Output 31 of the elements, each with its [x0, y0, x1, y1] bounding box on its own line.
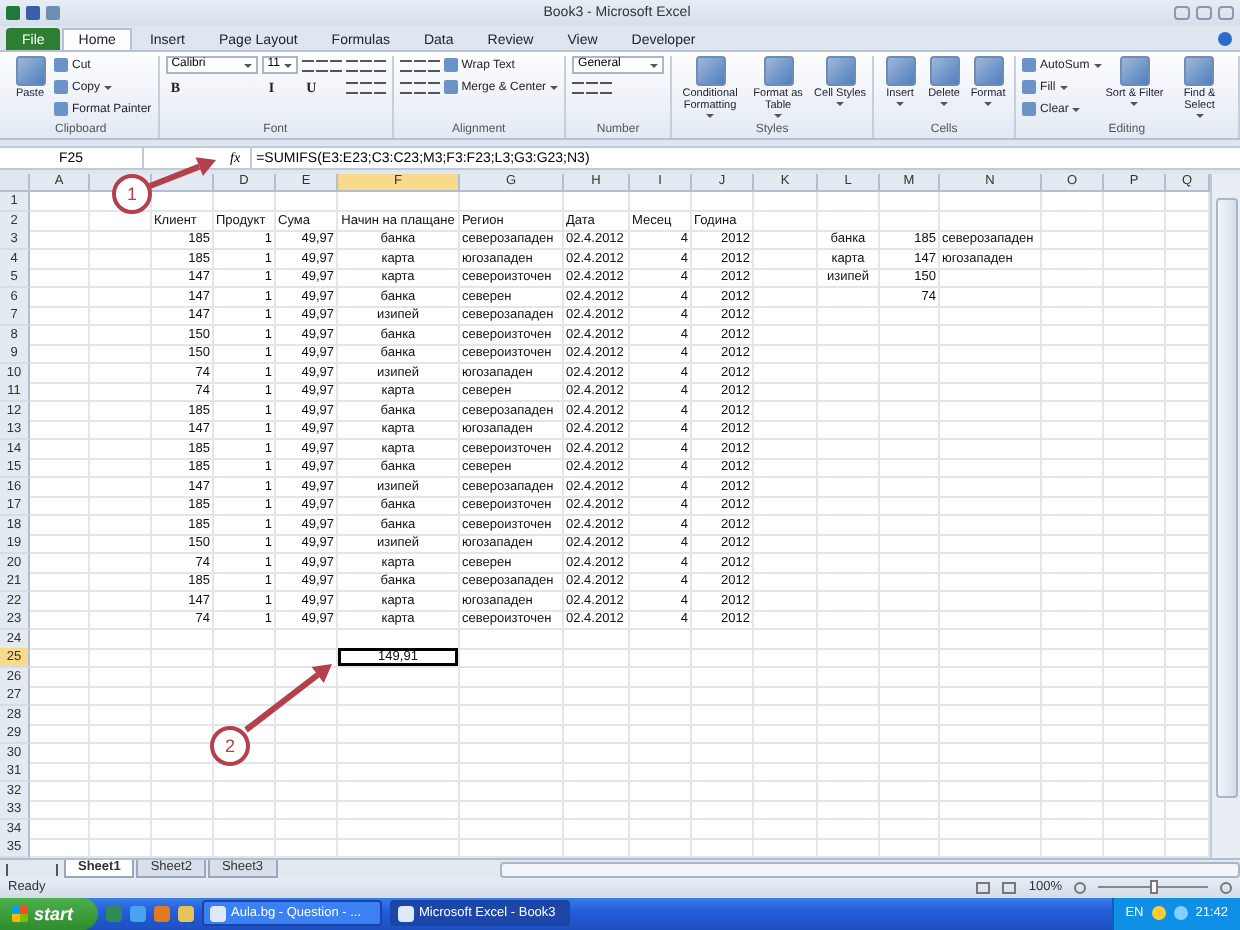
tool-icon [885, 56, 916, 86]
zoom-slider-thumb[interactable] [1149, 880, 1157, 894]
normal-view-icon[interactable] [976, 881, 991, 893]
help-icon[interactable] [1218, 32, 1232, 46]
caret-icon [243, 63, 252, 67]
callout-arrow [244, 664, 332, 733]
caret-icon [283, 63, 292, 67]
app-icon [6, 6, 20, 20]
vertical-scrollbar[interactable] [1215, 198, 1237, 798]
windows-flag-icon [12, 905, 28, 922]
zoom-out-icon[interactable] [1074, 881, 1086, 893]
tool-icon [973, 56, 1004, 86]
tool-icon [929, 56, 960, 86]
tool-icon [763, 56, 794, 86]
tool-icon [825, 56, 856, 86]
close-icon[interactable] [1218, 6, 1234, 20]
callout-arrow [148, 157, 216, 189]
maximize-icon[interactable] [1196, 6, 1212, 20]
zoom-in-icon[interactable] [1220, 881, 1232, 893]
sheet-navigation-icon[interactable] [6, 863, 58, 875]
minimize-icon[interactable] [1174, 6, 1190, 20]
tool-icon [1119, 56, 1150, 86]
tool-icon [15, 56, 45, 86]
horizontal-scrollbar[interactable] [500, 861, 1240, 877]
caret-icon [650, 63, 659, 67]
program-icon [209, 905, 226, 922]
folder-icon[interactable] [177, 905, 194, 922]
program-icon [397, 905, 414, 922]
page-layout-icon[interactable] [1002, 881, 1017, 893]
tool-icon [1184, 56, 1215, 86]
tool-icon [695, 56, 726, 86]
